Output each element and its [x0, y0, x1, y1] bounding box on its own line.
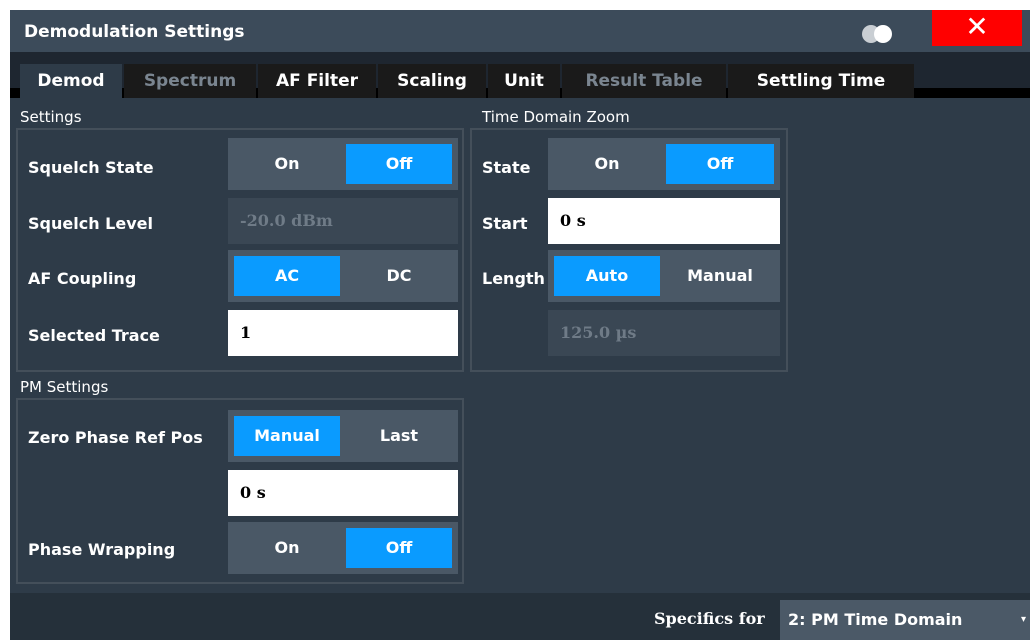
squelch-state-label: Squelch State — [28, 158, 154, 177]
demodulation-settings-dialog: Demodulation Settings ✕ Demod Spectrum A… — [10, 10, 1030, 640]
phase-wrapping-label: Phase Wrapping — [28, 540, 176, 559]
af-coupling-ac-button[interactable]: AC — [234, 256, 340, 296]
zero-phase-ref-pos-label: Zero Phase Ref Pos — [28, 428, 203, 447]
tab-result-table[interactable]: Result Table — [562, 64, 726, 98]
tab-demod[interactable]: Demod — [20, 64, 122, 98]
phase-wrapping-toggle: On Off — [228, 522, 458, 574]
dialog-title: Demodulation Settings — [24, 22, 245, 42]
tdz-state-off-button[interactable]: Off — [666, 144, 774, 184]
zero-phase-value-field[interactable]: 0 s — [228, 470, 458, 516]
tdz-length-toggle: Auto Manual — [548, 250, 780, 302]
tdz-length-value-field: 125.0 µs — [548, 310, 780, 356]
phase-wrapping-on-button[interactable]: On — [234, 528, 340, 568]
zero-phase-ref-pos-toggle: Manual Last — [228, 410, 458, 462]
squelch-state-toggle: On Off — [228, 138, 458, 190]
tdz-state-toggle: On Off — [548, 138, 780, 190]
phase-wrapping-off-button[interactable]: Off — [346, 528, 452, 568]
close-button[interactable]: ✕ — [932, 10, 1022, 46]
tdz-length-label: Length — [482, 269, 545, 288]
settings-section-title: Settings — [20, 108, 82, 126]
pm-settings-section-title: PM Settings — [20, 378, 109, 396]
tab-af-filter[interactable]: AF Filter — [258, 64, 376, 98]
squelch-state-off-button[interactable]: Off — [346, 144, 452, 184]
squelch-state-on-button[interactable]: On — [234, 144, 340, 184]
tab-settling-time[interactable]: Settling Time — [728, 64, 914, 98]
tdz-length-auto-button[interactable]: Auto — [554, 256, 660, 296]
squelch-level-field: -20.0 dBm — [228, 198, 458, 244]
tdz-state-on-button[interactable]: On — [554, 144, 660, 184]
time-domain-zoom-section-title: Time Domain Zoom — [482, 108, 630, 126]
display-toggle-icon[interactable] — [862, 25, 896, 43]
tdz-state-label: State — [482, 158, 531, 177]
af-coupling-label: AF Coupling — [28, 269, 137, 288]
tdz-start-field[interactable]: 0 s — [548, 198, 780, 244]
zero-phase-last-button[interactable]: Last — [346, 416, 452, 456]
specifics-for-label: Specifics for — [654, 609, 765, 628]
footer-bar: Specifics for 2: PM Time Domain ▾ — [10, 593, 1030, 640]
selected-trace-label: Selected Trace — [28, 326, 160, 345]
squelch-level-label: Squelch Level — [28, 214, 153, 233]
tdz-length-manual-button[interactable]: Manual — [666, 256, 774, 296]
zero-phase-manual-button[interactable]: Manual — [234, 416, 340, 456]
tab-spectrum[interactable]: Spectrum — [124, 64, 256, 98]
tdz-start-label: Start — [482, 214, 528, 233]
content-panel: Settings Squelch State On Off Squelch Le… — [10, 98, 1030, 593]
specifics-for-select[interactable]: 2: PM Time Domain ▾ — [780, 600, 1030, 640]
tab-unit[interactable]: Unit — [488, 64, 560, 98]
af-coupling-toggle: AC DC — [228, 250, 458, 302]
tab-bar: Demod Spectrum AF Filter Scaling Unit Re… — [10, 52, 1030, 98]
tab-scaling[interactable]: Scaling — [378, 64, 486, 98]
title-bar: Demodulation Settings ✕ — [10, 10, 1030, 52]
af-coupling-dc-button[interactable]: DC — [346, 256, 452, 296]
specifics-for-value: 2: PM Time Domain — [788, 610, 963, 629]
chevron-down-icon: ▾ — [1020, 614, 1026, 625]
selected-trace-field[interactable]: 1 — [228, 310, 458, 356]
